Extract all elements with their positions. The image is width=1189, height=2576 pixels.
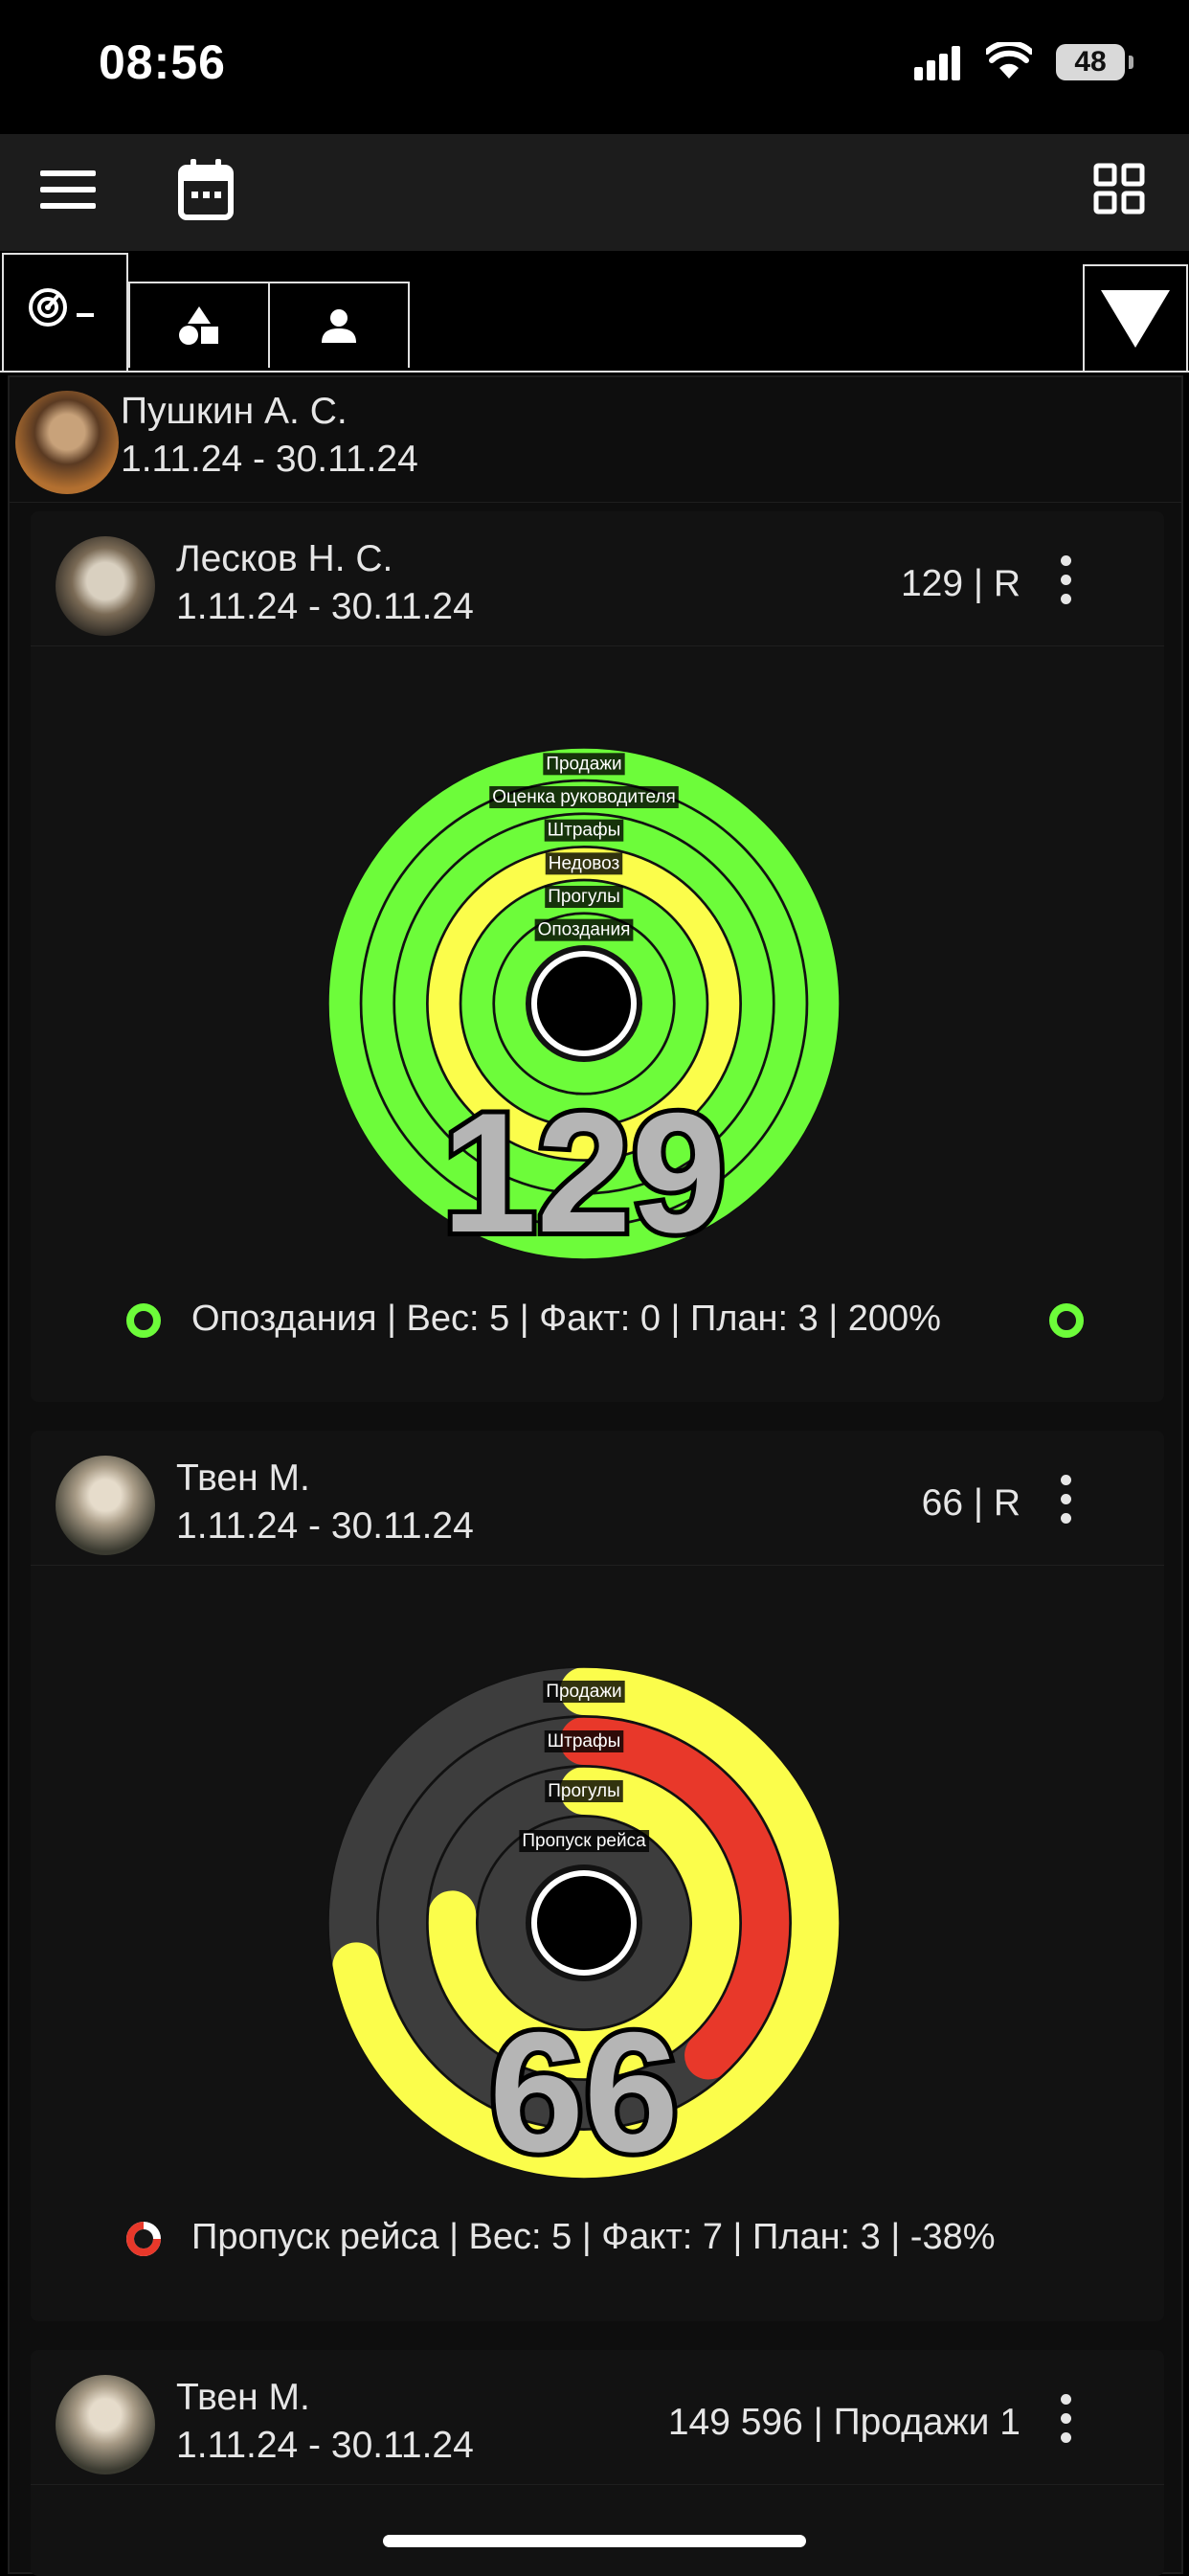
card-header[interactable]: Твен М. 1.11.24 - 30.11.24 66 | R (31, 1431, 1164, 1566)
group-header-period: 1.11.24 - 30.11.24 (121, 439, 418, 480)
shapes-icon (179, 306, 218, 345)
total-score: 66 (489, 1997, 679, 2187)
ring-center (531, 951, 637, 1056)
status-time: 08:56 (99, 35, 226, 89)
tab-person[interactable] (268, 282, 410, 368)
dropdown-toggle[interactable] (1083, 264, 1188, 371)
avatar (56, 1456, 155, 1555)
ring-label: Прогулы (548, 887, 620, 907)
kpi-ring-chart: Продажи Штрафы Прогулы Пропуск рейса 66 (327, 1666, 841, 2192)
employee-score: 66 | R (921, 1482, 1021, 1524)
employee-card: Твен М. 1.11.24 - 30.11.24 66 | R Продаж… (31, 1431, 1164, 2321)
radar-icon (29, 287, 94, 327)
ring-center (531, 1870, 637, 1976)
ring-label: Штрафы (548, 821, 621, 841)
group-header-name: Пушкин А. С. (121, 391, 348, 432)
kebab-icon[interactable] (1061, 2394, 1072, 2452)
calendar-icon[interactable] (178, 159, 234, 220)
signal-icon (914, 46, 960, 80)
home-indicator (383, 2535, 806, 2547)
card-header[interactable]: Лесков Н. С. 1.11.24 - 30.11.24 129 | R (31, 511, 1164, 646)
group-header[interactable]: Пушкин А. С. 1.11.24 - 30.11.24 (10, 377, 1181, 503)
ring-label: Продажи (546, 1682, 621, 1702)
ring-label: Продажи (546, 754, 621, 774)
tab-strip (0, 251, 1189, 373)
legend-ring-icon (126, 2222, 161, 2256)
tab-radar[interactable] (2, 253, 128, 371)
card-header[interactable]: Твен М. 1.11.24 - 30.11.24 149 596 | Про… (31, 2350, 1164, 2485)
employee-name: Лесков Н. С. (176, 538, 393, 579)
legend-text: Опоздания | Вес: 5 | Факт: 0 | План: 3 |… (191, 1299, 941, 1339)
total-score: 129 (442, 1077, 727, 1268)
ring-label: Оценка руководителя (492, 787, 676, 807)
employees-panel: Пушкин А. С. 1.11.24 - 30.11.24 Лесков Н… (8, 375, 1183, 2576)
avatar (15, 391, 119, 494)
tab-shapes[interactable] (128, 282, 270, 368)
battery-indicator: 48 (1056, 44, 1133, 80)
employee-period: 1.11.24 - 30.11.24 (176, 2425, 474, 2466)
employee-name: Твен М. (176, 2377, 310, 2418)
ring-label: Пропуск рейса (522, 1831, 646, 1851)
dropdown-triangle-icon (1101, 289, 1170, 348)
employee-period: 1.11.24 - 30.11.24 (176, 586, 474, 627)
ring-label: Штрафы (548, 1731, 621, 1751)
employee-score: 149 596 | Продажи 1 (667, 2402, 1021, 2443)
grid-icon[interactable] (1093, 163, 1145, 215)
wifi-icon (986, 42, 1032, 79)
menu-icon[interactable] (40, 169, 96, 211)
legend-ring-icon (126, 1303, 161, 1338)
ring-label: Опоздания (538, 920, 631, 940)
top-app-bar (0, 134, 1189, 251)
legend-ring-icon (1049, 1303, 1084, 1338)
kebab-icon[interactable] (1061, 555, 1072, 613)
employee-card: Лесков Н. С. 1.11.24 - 30.11.24 129 | R … (31, 511, 1164, 1402)
kebab-icon[interactable] (1061, 1475, 1072, 1532)
ring-label: Прогулы (548, 1781, 620, 1801)
avatar (56, 2375, 155, 2474)
kpi-ring-chart: Продажи Оценка руководителя Штрафы Недовоз П… (327, 747, 841, 1273)
employee-name: Твен М. (176, 1457, 310, 1499)
employee-score: 129 | R (900, 563, 1021, 604)
avatar (56, 536, 155, 636)
legend-text: Пропуск рейса | Вес: 5 | Факт: 7 | План:… (191, 2217, 996, 2257)
person-icon (322, 309, 356, 343)
ring-label: Недовоз (549, 853, 619, 873)
employee-period: 1.11.24 - 30.11.24 (176, 1505, 474, 1547)
